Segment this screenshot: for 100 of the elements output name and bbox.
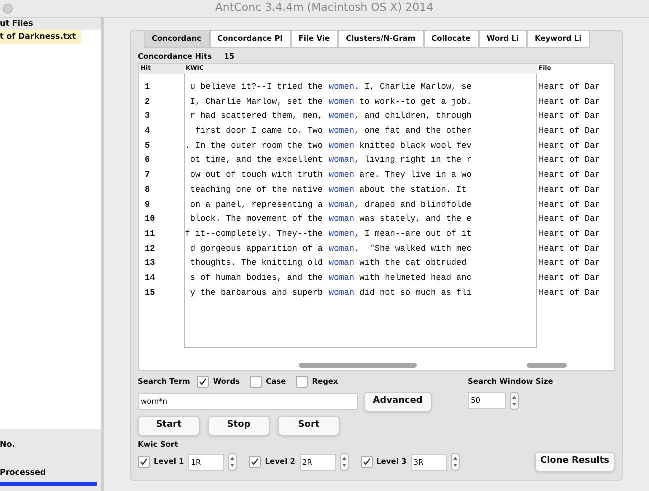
checkmark-icon xyxy=(251,458,260,466)
checkbox[interactable] xyxy=(360,456,372,468)
right-context: , living right in the r xyxy=(354,154,472,168)
file-item[interactable]: t of Darkness.txt xyxy=(0,30,82,44)
left-context: on a panel, representing a xyxy=(189,198,323,212)
hit-number: 10 xyxy=(144,213,156,226)
right-context: , one fat and the other xyxy=(354,125,472,138)
hit-number: 5 xyxy=(144,140,152,153)
right-context: . I, Charlie Marlow, se xyxy=(354,81,472,94)
left-context: y the barbarous and superb xyxy=(189,286,323,300)
right-context: did not so much as fli xyxy=(358,286,472,300)
sidebar-header: ut Files xyxy=(0,18,101,30)
button[interactable]: Clone Results xyxy=(535,452,615,472)
keyword: woman xyxy=(329,286,355,300)
stepper-icon[interactable] xyxy=(228,453,238,471)
left-context: first door I came to. Two xyxy=(194,125,323,138)
right-context: knitted black wool fev xyxy=(358,140,472,153)
left-context: r had scattered them, men, xyxy=(189,110,323,124)
left-context: d gorgeous apparition of a xyxy=(189,242,323,256)
file-cell-text: Heart of Dar xyxy=(538,286,602,300)
total-label: No. xyxy=(0,439,16,451)
checkmark-icon xyxy=(362,458,370,466)
hit-number: 14 xyxy=(144,272,156,285)
window-title: AntConc 3.4.4m (Macintosh OS X) 2014 xyxy=(215,0,434,16)
file-cell-text: Heart of Dar xyxy=(538,257,602,270)
button[interactable]: Start xyxy=(138,416,200,436)
checkmark-icon xyxy=(199,378,208,386)
right-context: with the cat obtruded xyxy=(358,257,467,270)
button[interactable]: Sort xyxy=(278,416,340,436)
hit-number: 1 xyxy=(144,81,152,94)
left-context: s of human bodies, and the xyxy=(189,272,323,285)
hit-number: 8 xyxy=(144,184,152,197)
processed-label: Processed xyxy=(0,467,48,479)
left-context: . In the outer room the two xyxy=(185,140,323,153)
file-cell-text: Heart of Dar xyxy=(538,140,602,153)
left-context: block. The movement of the xyxy=(189,213,323,226)
right-context: . "She walked with mec xyxy=(354,242,472,256)
keyword: women xyxy=(329,81,355,94)
hit-number: 11 xyxy=(144,228,156,241)
checkmark-icon xyxy=(140,458,148,466)
hit-number: 15 xyxy=(144,286,156,300)
checkbox[interactable] xyxy=(250,376,262,388)
keyword: woman xyxy=(329,198,355,212)
file-cell-text: Heart of Dar xyxy=(538,198,602,212)
left-context: thoughts. The knitting old xyxy=(189,257,323,270)
keyword: woman xyxy=(329,213,355,226)
keyword: women xyxy=(329,110,355,124)
hit-number: 2 xyxy=(144,96,152,109)
right-context: , draped and blindfolde xyxy=(354,198,472,212)
keyword: woman xyxy=(329,242,355,256)
right-context: was stately, and the e xyxy=(358,213,472,226)
right-context: to work--to get a job. xyxy=(358,96,472,109)
button[interactable]: Stop xyxy=(208,416,270,436)
file-cell-text: Heart of Dar xyxy=(538,125,602,138)
right-context: about the station. It xyxy=(358,184,467,197)
stepper-icon[interactable] xyxy=(340,453,348,471)
right-context: with helmeted head anc xyxy=(358,272,472,285)
file-cell-text: Heart of Dar xyxy=(538,272,602,285)
hit-number: 12 xyxy=(144,242,156,256)
checkbox[interactable] xyxy=(249,456,262,468)
button[interactable]: Advanced xyxy=(364,392,432,412)
left-context: ot time, and the excellent xyxy=(189,154,323,168)
hit-number: 6 xyxy=(144,154,152,168)
keyword: woman xyxy=(329,154,355,168)
hit-number: 3 xyxy=(144,110,152,124)
file-cell-text: Heart of Dar xyxy=(538,154,602,168)
right-context: are. They live in a wo xyxy=(358,169,472,182)
file-cell-text: Heart of Dar xyxy=(538,228,602,241)
file-cell-text: Heart of Dar xyxy=(538,213,602,226)
keyword: woman xyxy=(329,257,355,270)
keyword: women xyxy=(329,96,355,109)
file-cell-text: Heart of Dar xyxy=(538,81,602,94)
right-context: , I mean--are out of it xyxy=(354,228,472,241)
file-cell-text: Heart of Dar xyxy=(538,242,602,256)
checkbox[interactable] xyxy=(296,376,308,388)
file-cell-text: Heart of Dar xyxy=(538,184,602,197)
keyword: women xyxy=(329,169,355,182)
file-cell-text: Heart of Dar xyxy=(538,96,602,109)
checkbox[interactable] xyxy=(197,376,210,388)
file-cell-text: Heart of Dar xyxy=(538,110,602,124)
keyword: women xyxy=(329,140,355,153)
keyword: women xyxy=(329,125,355,138)
hit-number: 7 xyxy=(144,169,152,182)
keyword: women xyxy=(329,228,355,241)
file-cell-text: Heart of Dar xyxy=(538,169,602,182)
scrollbar-thumb[interactable] xyxy=(527,363,567,368)
keyword: woman xyxy=(329,272,355,285)
stepper-icon[interactable] xyxy=(510,392,519,410)
left-context: ow out of touch with truth xyxy=(189,169,323,182)
right-context: , and children, through xyxy=(354,110,472,124)
hit-number: 13 xyxy=(144,257,156,270)
left-context: teaching one of the native xyxy=(189,184,323,197)
checkbox[interactable] xyxy=(138,456,150,468)
stepper-icon[interactable] xyxy=(450,453,460,471)
hit-number: 9 xyxy=(144,198,152,212)
left-context: f it--completely. They--the xyxy=(185,228,323,241)
left-context: I, Charlie Marlow, set the xyxy=(189,96,323,109)
hit-number: 4 xyxy=(144,125,152,138)
left-context: u believe it?--I tried the xyxy=(189,81,323,94)
scrollbar-thumb[interactable] xyxy=(299,363,417,368)
